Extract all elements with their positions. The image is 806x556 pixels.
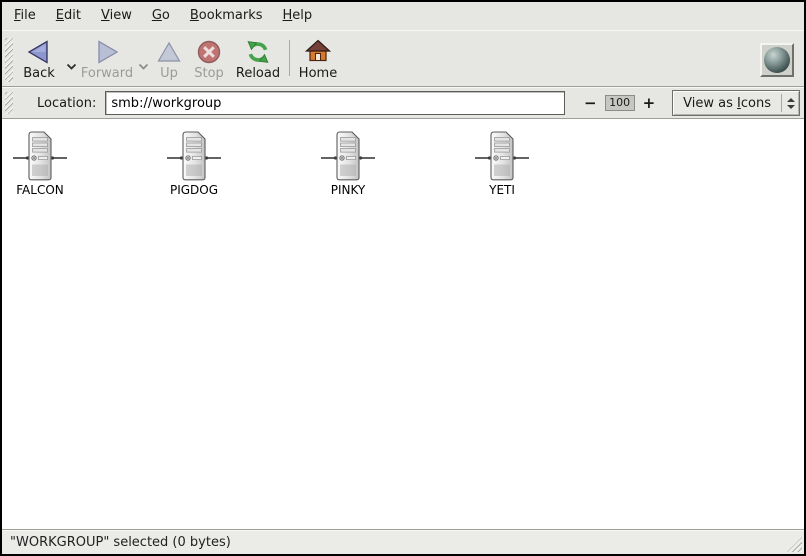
location-bar: Location: − 100 + View as Icons bbox=[2, 87, 804, 119]
up-button: Up bbox=[151, 34, 187, 86]
resize-grip[interactable] bbox=[787, 537, 802, 552]
location-bar-drag-handle[interactable] bbox=[5, 92, 13, 114]
server-label: PIGDOG bbox=[170, 183, 218, 197]
menu-edit[interactable]: Edit bbox=[46, 3, 91, 29]
status-bar: "WORKGROUP" selected (0 bytes) bbox=[2, 529, 804, 554]
reload-icon bbox=[245, 38, 271, 65]
server-item-pinky[interactable]: PINKY bbox=[318, 131, 378, 197]
menu-view[interactable]: View bbox=[91, 3, 142, 29]
file-manager-window: File Edit View Go Bookmarks Help Back Fo… bbox=[0, 0, 806, 556]
server-label: PINKY bbox=[331, 183, 366, 197]
back-icon bbox=[26, 38, 52, 65]
menu-bookmarks[interactable]: Bookmarks bbox=[180, 3, 273, 29]
forward-icon bbox=[94, 38, 120, 65]
globe-throbber-icon bbox=[764, 47, 790, 73]
home-label: Home bbox=[299, 66, 337, 81]
view-as-dropdown[interactable]: View as Icons bbox=[672, 90, 800, 116]
menu-go[interactable]: Go bbox=[142, 3, 180, 29]
back-label: Back bbox=[23, 66, 55, 81]
dropdown-arrows-icon bbox=[782, 98, 799, 109]
back-history-dropdown[interactable] bbox=[63, 34, 79, 86]
zoom-out-button[interactable]: − bbox=[579, 93, 602, 113]
location-input[interactable] bbox=[105, 91, 565, 115]
server-label: YETI bbox=[489, 183, 515, 197]
up-icon bbox=[156, 38, 182, 65]
stop-button: Stop bbox=[187, 34, 231, 86]
zoom-control: − 100 + bbox=[579, 93, 660, 113]
network-server-icon bbox=[166, 131, 222, 181]
home-icon bbox=[305, 38, 331, 65]
reload-label: Reload bbox=[236, 66, 280, 81]
network-server-icon bbox=[320, 131, 376, 181]
status-text: "WORKGROUP" selected (0 bytes) bbox=[10, 535, 231, 550]
server-item-yeti[interactable]: YETI bbox=[472, 131, 532, 197]
reload-button[interactable]: Reload bbox=[231, 34, 285, 86]
forward-history-dropdown bbox=[135, 34, 151, 86]
main-toolbar: Back Forward Up Stop bbox=[2, 30, 804, 87]
menu-file[interactable]: File bbox=[4, 3, 46, 29]
back-button[interactable]: Back bbox=[15, 34, 63, 86]
icon-view[interactable]: FALCON PIGDOG PINKY YETI bbox=[2, 119, 804, 529]
menu-help[interactable]: Help bbox=[273, 3, 323, 29]
zoom-level-indicator[interactable]: 100 bbox=[605, 95, 635, 111]
toolbar-drag-handle[interactable] bbox=[5, 38, 13, 82]
home-button[interactable]: Home bbox=[294, 34, 342, 86]
forward-button: Forward bbox=[79, 34, 135, 86]
server-item-pigdog[interactable]: PIGDOG bbox=[164, 131, 224, 197]
menu-bar: File Edit View Go Bookmarks Help bbox=[2, 2, 804, 30]
throbber bbox=[760, 43, 794, 77]
forward-label: Forward bbox=[81, 66, 133, 81]
server-item-falcon[interactable]: FALCON bbox=[10, 131, 70, 197]
server-label: FALCON bbox=[16, 183, 64, 197]
stop-icon bbox=[196, 38, 222, 65]
zoom-in-button[interactable]: + bbox=[638, 93, 661, 113]
stop-label: Stop bbox=[194, 66, 224, 81]
toolbar-separator bbox=[289, 40, 290, 76]
network-server-icon bbox=[12, 131, 68, 181]
view-as-label: View as Icons bbox=[673, 96, 781, 111]
toolbar-spacer bbox=[342, 34, 760, 86]
up-label: Up bbox=[160, 66, 178, 81]
location-label: Location: bbox=[37, 96, 96, 111]
network-server-icon bbox=[474, 131, 530, 181]
